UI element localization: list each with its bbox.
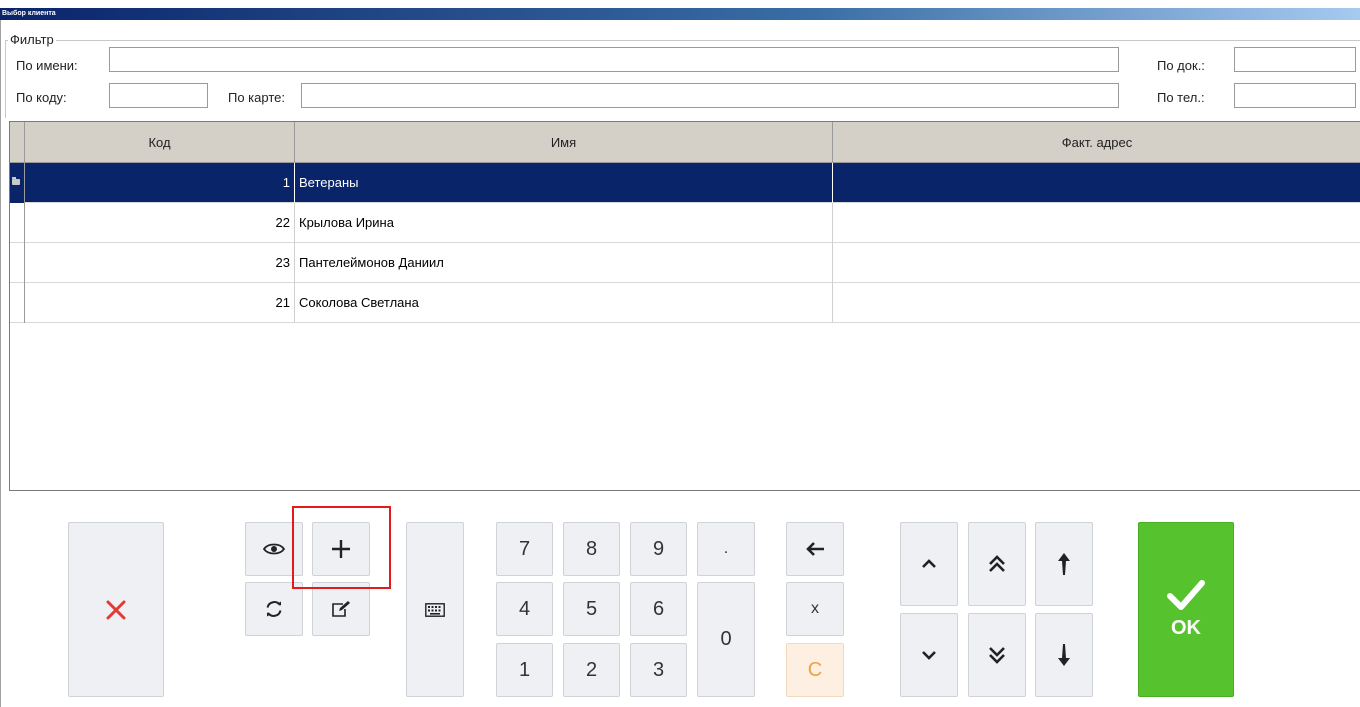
by-card-input[interactable] (301, 83, 1119, 108)
key-decimal[interactable]: . (697, 522, 755, 576)
cell-name: Крылова Ирина (295, 203, 833, 243)
cell-address (833, 243, 1360, 283)
by-name-input[interactable] (109, 47, 1119, 72)
arrow-left-icon (805, 541, 825, 557)
clients-grid[interactable]: Код Имя Факт. адрес 1 Ветераны 22 Крылов… (9, 121, 1360, 491)
cell-name: Соколова Светлана (295, 283, 833, 323)
clear-button[interactable]: C (786, 643, 844, 697)
cell-code: 23 (25, 243, 295, 283)
by-phone-label: По тел.: (1157, 90, 1205, 105)
multiply-button[interactable]: x (786, 582, 844, 636)
window-border (0, 20, 1, 707)
window-title: Выбор клиента (2, 10, 56, 17)
by-code-input[interactable] (109, 83, 208, 108)
key-3[interactable]: 3 (630, 643, 687, 697)
cell-name: Пантелеймонов Даниил (295, 243, 833, 283)
by-phone-input[interactable] (1234, 83, 1356, 108)
cell-address (833, 203, 1360, 243)
key-9[interactable]: 9 (630, 522, 687, 576)
edit-button[interactable] (312, 582, 370, 636)
key-5[interactable]: 5 (563, 582, 620, 636)
first-button[interactable] (1035, 522, 1093, 606)
header-indicator (10, 122, 25, 163)
key-2[interactable]: 2 (563, 643, 620, 697)
folder-icon (12, 177, 20, 185)
by-name-label: По имени: (16, 58, 78, 73)
key-6[interactable]: 6 (630, 582, 687, 636)
window-titlebar: Выбор клиента (0, 0, 1360, 20)
page-down-button[interactable] (968, 613, 1026, 697)
backspace-button[interactable] (786, 522, 844, 576)
up-button[interactable] (900, 522, 958, 606)
by-doc-label: По док.: (1157, 58, 1205, 73)
last-button[interactable] (1035, 613, 1093, 697)
check-icon (1166, 579, 1206, 611)
down-button[interactable] (900, 613, 958, 697)
grid-header: Код Имя Факт. адрес (10, 122, 1360, 163)
cell-address (833, 283, 1360, 323)
double-chevron-down-icon (988, 646, 1006, 664)
arrow-to-top-icon (1058, 553, 1070, 575)
table-row[interactable]: 23 Пантелеймонов Даниил (10, 243, 1360, 283)
header-name[interactable]: Имя (295, 122, 833, 163)
ok-label: OK (1171, 617, 1201, 639)
chevron-up-icon (921, 559, 937, 569)
ok-button[interactable]: OK (1138, 522, 1234, 697)
cell-code: 21 (25, 283, 295, 323)
cancel-button[interactable] (68, 522, 164, 697)
view-button[interactable] (245, 522, 303, 576)
cell-address (833, 163, 1360, 203)
refresh-button[interactable] (245, 582, 303, 636)
keyboard-button[interactable] (406, 522, 464, 697)
header-code[interactable]: Код (25, 122, 295, 163)
chevron-down-icon (921, 650, 937, 660)
by-doc-input[interactable] (1234, 47, 1356, 72)
key-8[interactable]: 8 (563, 522, 620, 576)
by-card-label: По карте: (228, 90, 285, 105)
key-0[interactable]: 0 (697, 582, 755, 697)
filter-legend: Фильтр (8, 32, 56, 47)
refresh-icon (264, 599, 284, 619)
page-up-button[interactable] (968, 522, 1026, 606)
cell-code: 22 (25, 203, 295, 243)
eye-icon (263, 542, 285, 556)
key-4[interactable]: 4 (496, 582, 553, 636)
edit-icon (331, 600, 351, 618)
header-address[interactable]: Факт. адрес (833, 122, 1360, 163)
table-row[interactable]: 1 Ветераны (10, 163, 1360, 203)
plus-icon (331, 539, 351, 559)
double-chevron-up-icon (988, 555, 1006, 573)
arrow-to-bottom-icon (1058, 644, 1070, 666)
row-indicator (10, 243, 25, 283)
cell-code: 1 (25, 163, 295, 203)
row-indicator (10, 163, 25, 203)
row-indicator (10, 203, 25, 243)
table-row[interactable]: 21 Соколова Светлана (10, 283, 1360, 323)
key-7[interactable]: 7 (496, 522, 553, 576)
table-row[interactable]: 22 Крылова Ирина (10, 203, 1360, 243)
by-code-label: По коду: (16, 90, 67, 105)
row-indicator (10, 283, 25, 323)
close-icon (105, 599, 127, 621)
keyboard-icon (425, 602, 445, 617)
cell-name: Ветераны (295, 163, 833, 203)
key-1[interactable]: 1 (496, 643, 553, 697)
add-button[interactable] (312, 522, 370, 576)
